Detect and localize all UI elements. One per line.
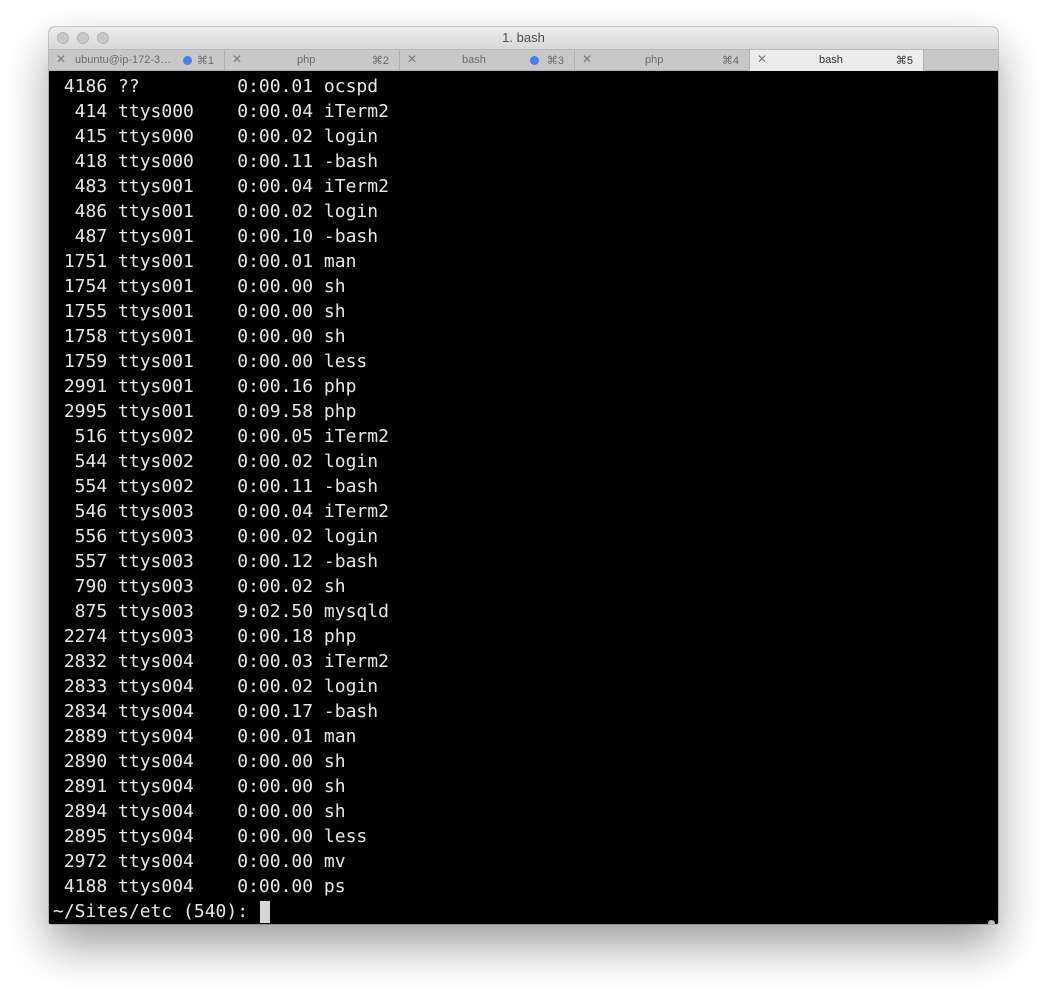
terminal-line: 1759 ttys001 0:00.00 less: [53, 351, 368, 372]
text-cursor: [260, 900, 271, 923]
tab-label: php: [297, 54, 316, 66]
terminal-line: 556 ttys003 0:00.02 login: [53, 526, 379, 547]
tab-bar: ✕ ubuntu@ip-172-3… ⌘1 ✕ php ⌘2 ✕ bash ⌘3 ✕ php ⌘4 ✕ b…: [49, 49, 998, 71]
terminal-line: 415 ttys000 0:00.02 login: [53, 126, 379, 147]
scrollbar-thumb[interactable]: [988, 920, 995, 924]
prompt-text: ~/Sites/etc (540):: [53, 901, 249, 922]
terminal-line: 1751 ttys001 0:00.01 man: [53, 251, 357, 272]
terminal-line: 2972 ttys004 0:00.00 mv: [53, 851, 346, 872]
tab-label: php: [645, 54, 664, 66]
terminal-line: 2834 ttys004 0:00.17 -bash: [53, 701, 379, 722]
terminal-line: 554 ttys002 0:00.11 -bash: [53, 476, 379, 497]
terminal-area[interactable]: 4186 ?? 0:00.01 ocspd 414 ttys000 0:00.0…: [49, 71, 998, 924]
command-prompt[interactable]: ~/Sites/etc (540):: [53, 899, 389, 924]
window-title: 1. bash: [502, 30, 545, 45]
terminal-line: 790 ttys003 0:00.02 sh: [53, 576, 346, 597]
tab-shortcut: ⌘5: [895, 55, 913, 67]
title-bar[interactable]: 1. bash: [49, 27, 998, 49]
terminal-line: 2890 ttys004 0:00.00 sh: [53, 751, 346, 772]
terminal-line: 544 ttys002 0:00.02 login: [53, 451, 379, 472]
terminal-line: 486 ttys001 0:00.02 login: [53, 201, 379, 222]
terminal-line: 1758 ttys001 0:00.00 sh: [53, 326, 346, 347]
terminal-line: 2274 ttys003 0:00.18 php: [53, 626, 357, 647]
tab-label: bash: [819, 54, 843, 66]
tab-5[interactable]: ✕ bash ⌘5: [750, 50, 924, 71]
tab-3[interactable]: ✕ bash ⌘3: [400, 50, 575, 71]
close-tab-icon[interactable]: ✕: [757, 52, 767, 66]
terminal-line: 2891 ttys004 0:00.00 sh: [53, 776, 346, 797]
tab-shortcut: ⌘1: [196, 55, 214, 67]
terminal-line: 557 ttys003 0:00.12 -bash: [53, 551, 379, 572]
close-tab-icon[interactable]: ✕: [232, 52, 242, 66]
terminal-line: 487 ttys001 0:00.10 -bash: [53, 226, 379, 247]
tab-label: ubuntu@ip-172-3…: [75, 54, 172, 66]
activity-indicator-icon: [183, 56, 192, 65]
terminal-line: 2995 ttys001 0:09.58 php: [53, 401, 357, 422]
tab-shortcut: ⌘2: [371, 55, 389, 67]
terminal-output: 4186 ?? 0:00.01 ocspd 414 ttys000 0:00.0…: [53, 74, 389, 924]
tab-shortcut: ⌘3: [546, 55, 564, 67]
close-tab-icon[interactable]: ✕: [582, 52, 592, 66]
terminal-line: 2889 ttys004 0:00.01 man: [53, 726, 357, 747]
terminal-line: 2832 ttys004 0:00.03 iTerm2: [53, 651, 389, 672]
close-tab-icon[interactable]: ✕: [407, 52, 417, 66]
terminal-line: 2833 ttys004 0:00.02 login: [53, 676, 379, 697]
terminal-line: 546 ttys003 0:00.04 iTerm2: [53, 501, 389, 522]
terminal-line: 4188 ttys004 0:00.00 ps: [53, 876, 346, 897]
terminal-line: 483 ttys001 0:00.04 iTerm2: [53, 176, 389, 197]
terminal-line: 418 ttys000 0:00.11 -bash: [53, 151, 379, 172]
terminal-line: 2895 ttys004 0:00.00 less: [53, 826, 368, 847]
tab-2[interactable]: ✕ php ⌘2: [225, 50, 400, 71]
terminal-line: 1754 ttys001 0:00.00 sh: [53, 276, 346, 297]
tab-1[interactable]: ✕ ubuntu@ip-172-3… ⌘1: [49, 50, 225, 71]
tab-label: bash: [462, 54, 486, 66]
terminal-line: 414 ttys000 0:00.04 iTerm2: [53, 101, 389, 122]
close-tab-icon[interactable]: ✕: [56, 52, 66, 66]
terminal-line: 516 ttys002 0:00.05 iTerm2: [53, 426, 389, 447]
terminal-window: 1. bash ✕ ubuntu@ip-172-3… ⌘1 ✕ php ⌘2 ✕ bash ⌘3…: [49, 27, 998, 924]
terminal-line: 875 ttys003 9:02.50 mysqld: [53, 601, 389, 622]
terminal-line: 4186 ?? 0:00.01 ocspd: [53, 76, 379, 97]
tab-4[interactable]: ✕ php ⌘4: [575, 50, 750, 71]
tab-shortcut: ⌘4: [721, 55, 739, 67]
terminal-line: 2991 ttys001 0:00.16 php: [53, 376, 357, 397]
terminal-line: 1755 ttys001 0:00.00 sh: [53, 301, 346, 322]
terminal-line: 2894 ttys004 0:00.00 sh: [53, 801, 346, 822]
activity-indicator-icon: [530, 56, 539, 65]
